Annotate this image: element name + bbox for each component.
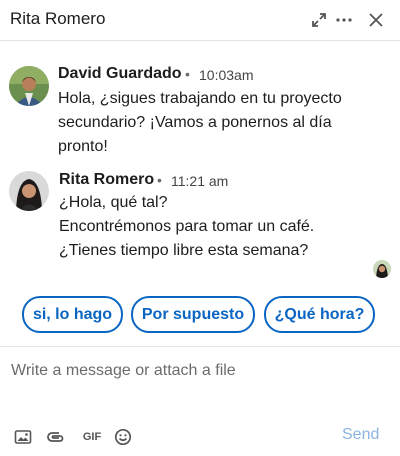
expand-icon[interactable] xyxy=(309,10,329,30)
message-time: 11:21 am xyxy=(171,173,229,189)
sender-name[interactable]: David Guardado xyxy=(58,65,182,83)
message-time: 10:03am xyxy=(199,67,254,83)
attach-icon[interactable] xyxy=(45,426,67,448)
chat-header: Rita Romero xyxy=(0,0,400,41)
message-text-line: Hola, ¿sigues trabajando en tu proyecto xyxy=(58,90,342,107)
more-icon[interactable] xyxy=(334,10,354,30)
message-text-line: Encontrémonos para tomar un café. xyxy=(59,218,315,235)
sender-name[interactable]: Rita Romero xyxy=(59,171,154,189)
message-text-line: ¿Hola, qué tal? xyxy=(59,194,168,211)
gif-button[interactable]: GIF xyxy=(79,426,105,448)
separator-dot: • xyxy=(185,66,190,82)
separator-dot: • xyxy=(157,172,162,188)
quick-reply-button[interactable]: ¿Qué hora? xyxy=(264,296,375,333)
message-input[interactable] xyxy=(11,359,391,383)
message-text-line: secundario? ¡Vamos a ponernos al día xyxy=(58,114,332,131)
avatar[interactable] xyxy=(9,171,49,211)
message-text-line: ¿Tienes tiempo libre esta semana? xyxy=(59,242,309,259)
gif-label: GIF xyxy=(82,431,102,443)
message-text-line: pronto! xyxy=(58,138,108,155)
send-button[interactable]: Send xyxy=(342,426,379,444)
image-icon[interactable] xyxy=(12,426,34,448)
emoji-icon[interactable] xyxy=(112,426,134,448)
quick-reply-button[interactable]: Por supuesto xyxy=(131,296,255,333)
conversation-title: Rita Romero xyxy=(10,9,106,28)
read-receipt-avatar xyxy=(373,260,391,278)
quick-reply-button[interactable]: si, lo hago xyxy=(22,296,123,333)
avatar[interactable] xyxy=(9,66,49,106)
close-icon[interactable] xyxy=(366,10,386,30)
